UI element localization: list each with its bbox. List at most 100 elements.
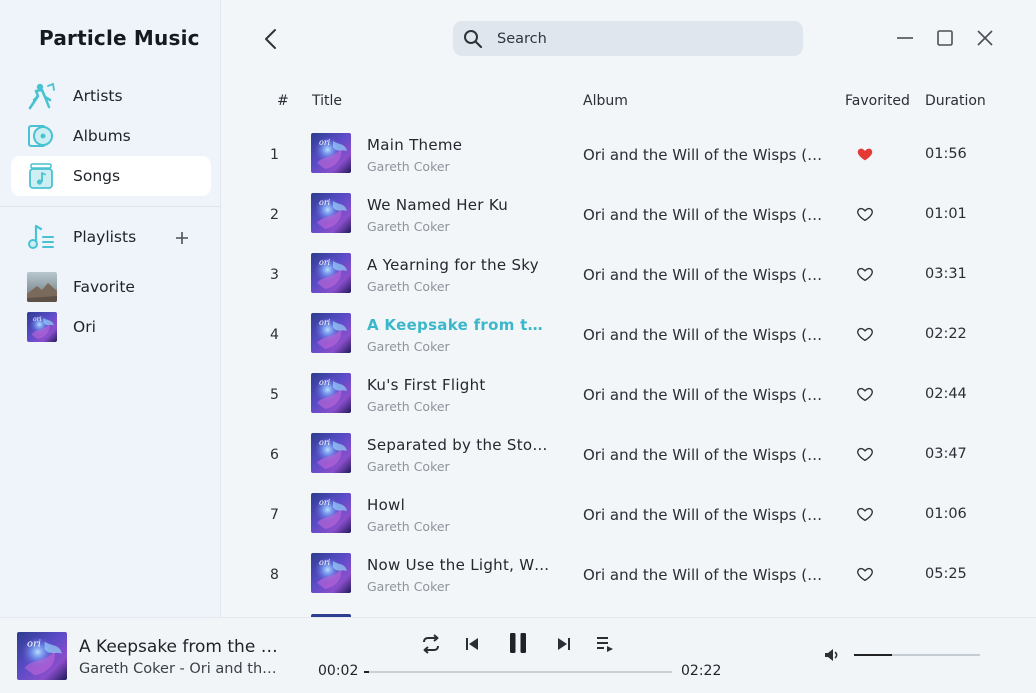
playlist-icon (28, 224, 54, 249)
next-track-icon[interactable] (555, 635, 573, 653)
track-number: 8 (270, 567, 279, 583)
heart-outline-icon[interactable] (856, 265, 874, 283)
now-playing-title: A Keepsake from the Past (79, 637, 279, 657)
song-title: Main Theme (367, 136, 463, 154)
song-album: Ori and the Will of the Wisps (Original … (583, 386, 827, 404)
song-duration: 02:44 (925, 386, 967, 402)
song-title: A Keepsake from the Past (367, 316, 552, 334)
song-artist: Gareth Coker (367, 399, 450, 414)
column-header-number: # (277, 93, 289, 109)
song-row[interactable]: 3 A Yearning for the Sky Gareth Coker Ori a… (270, 247, 1000, 307)
playlist-label: Favorite (73, 278, 135, 296)
close-button[interactable] (975, 28, 995, 48)
volume-fill (854, 654, 892, 656)
song-duration: 05:25 (925, 566, 967, 582)
minimize-button[interactable] (895, 28, 915, 48)
playlist-item-favorite[interactable]: Favorite (11, 269, 211, 305)
heart-outline-icon[interactable] (856, 325, 874, 343)
maximize-button[interactable] (935, 28, 955, 48)
song-album: Ori and the Will of the Wisps (Original … (583, 206, 827, 224)
song-artist: Gareth Coker (367, 519, 450, 534)
sidebar-item-songs[interactable]: Songs (11, 156, 211, 196)
heart-outline-icon[interactable] (856, 505, 874, 523)
sidebar-item-label: Songs (73, 167, 121, 185)
song-duration: 01:06 (925, 506, 967, 522)
song-title: We Named Her Ku (367, 196, 509, 214)
search-input[interactable] (497, 21, 787, 56)
song-row[interactable]: 7 Howl Gareth Coker Ori and the Will of the… (270, 487, 1000, 547)
repeat-icon[interactable] (420, 633, 442, 655)
song-row[interactable]: 5 Ku's First Flight Gareth Coker Ori and th… (270, 367, 1000, 427)
song-duration: 01:01 (925, 206, 967, 222)
sidebar-item-label: Albums (73, 127, 131, 145)
sidebar-item-albums[interactable]: Albums (11, 116, 211, 156)
column-header-duration[interactable]: Duration (925, 93, 986, 109)
heart-outline-icon[interactable] (856, 445, 874, 463)
playlist-cover (27, 272, 57, 302)
total-time: 02:22 (681, 663, 722, 679)
song-artist: Gareth Coker (367, 159, 450, 174)
heart-filled-icon[interactable] (856, 145, 874, 163)
song-row[interactable]: 2 We Named Her Ku Gareth Coker Ori and the … (270, 187, 1000, 247)
song-artist: Gareth Coker (367, 339, 450, 354)
volume-slider[interactable] (854, 654, 980, 656)
progress-slider[interactable] (364, 671, 672, 673)
sidebar-item-artists[interactable]: Artists (11, 76, 211, 116)
sidebar: Particle Music Artists Albums Songs Play… (0, 0, 221, 617)
sidebar-item-label: Artists (73, 87, 123, 105)
album-cover (311, 253, 351, 293)
song-title: Ku's First Flight (367, 376, 486, 394)
playlist-cover (27, 312, 57, 342)
sidebar-divider (0, 206, 221, 207)
column-header-album[interactable]: Album (583, 93, 628, 109)
main-panel: # Title Album Favorited Duration 1 Main T… (222, 0, 1036, 617)
playlist-label: Ori (73, 318, 96, 336)
track-number: 6 (270, 447, 279, 463)
album-cover (311, 193, 351, 233)
song-artist: Gareth Coker (367, 579, 450, 594)
column-header-title[interactable]: Title (312, 93, 342, 109)
track-number: 2 (270, 207, 279, 223)
album-cover (311, 553, 351, 593)
album-cover (311, 133, 351, 173)
back-button[interactable] (260, 27, 282, 51)
song-artist: Gareth Coker (367, 279, 450, 294)
album-cover (311, 373, 351, 413)
progress-fill (364, 671, 369, 673)
track-number: 4 (270, 327, 279, 343)
song-row[interactable]: 4 A Keepsake from the Past Gareth Coker Ori… (270, 307, 1000, 367)
app-title: Particle Music (39, 26, 200, 50)
song-title: Now Use the Light, Wisp (367, 556, 552, 574)
queue-icon[interactable] (595, 634, 615, 654)
song-row[interactable]: 1 Main Theme Gareth Coker Ori and the Will … (270, 127, 1000, 187)
previous-track-icon[interactable] (463, 635, 481, 653)
track-number: 7 (270, 507, 279, 523)
songs-icon (29, 163, 53, 189)
track-number: 5 (270, 387, 279, 403)
track-number: 3 (270, 267, 279, 283)
song-row[interactable]: 6 Separated by the Storm Gareth Coker Ori a… (270, 427, 1000, 487)
song-album: Ori and the Will of the Wisps (Original … (583, 146, 827, 164)
volume-icon[interactable] (823, 646, 841, 664)
search-bar[interactable] (453, 21, 803, 56)
now-playing-cover[interactable] (17, 632, 67, 680)
song-album: Ori and the Will of the Wisps (Original … (583, 506, 827, 524)
heart-outline-icon[interactable] (856, 205, 874, 223)
song-row[interactable]: 8 Now Use the Light, Wisp Gareth Coker Ori … (270, 547, 1000, 607)
playlist-item-ori[interactable]: Ori (11, 309, 211, 345)
artist-icon (28, 82, 55, 110)
pause-icon[interactable] (505, 630, 531, 656)
player-bar: A Keepsake from the Past Gareth Coker - … (0, 617, 1036, 693)
song-title: Separated by the Storm (367, 436, 552, 454)
album-icon (28, 125, 53, 147)
search-icon (464, 30, 483, 49)
heart-outline-icon[interactable] (856, 385, 874, 403)
song-album: Ori and the Will of the Wisps (Original … (583, 266, 827, 284)
song-album: Ori and the Will of the Wisps (Original … (583, 566, 827, 584)
heart-outline-icon[interactable] (856, 565, 874, 583)
track-number: 1 (270, 147, 279, 163)
song-artist: Gareth Coker (367, 219, 450, 234)
song-title: Howl (367, 496, 406, 514)
song-album: Ori and the Will of the Wisps (Original … (583, 446, 827, 464)
add-playlist-button[interactable] (174, 230, 190, 246)
